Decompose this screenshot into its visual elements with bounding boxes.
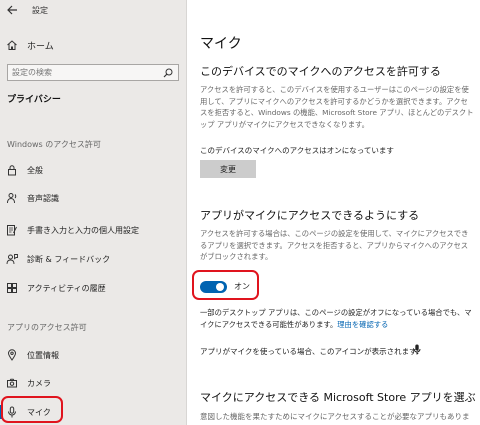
sidebar-item-diagnostics[interactable]: 診断 & フィードバック <box>0 250 187 268</box>
camera-icon <box>7 378 17 388</box>
store-apps-description: 意図した機能を果たすためにマイクにアクセスすることが必要なアプリもありま <box>200 412 470 421</box>
main-panel: マイク このデバイスでのマイクへのアクセスを許可する アクセスを許可すると、この… <box>187 0 480 425</box>
location-icon <box>7 349 17 361</box>
sidebar-item-speech[interactable]: 音声認識 <box>0 189 187 207</box>
sidebar-item-activity-history[interactable]: アクティビティの履歴 <box>0 279 187 297</box>
sidebar-item-inking[interactable]: 手書き入力と入力の個人用設定 <box>0 221 187 239</box>
sidebar-item-label: 全般 <box>27 166 43 175</box>
app-access-description: アクセスを許可する場合は、このページの設定を使用して、マイクにアクセスできるアプ… <box>200 229 469 261</box>
store-apps-heading: マイクにアクセスできる Microsoft Store アプリを選ぶ <box>200 391 476 404</box>
sidebar-item-label: 診断 & フィードバック <box>27 255 111 264</box>
timeline-icon <box>7 283 17 293</box>
highlight-outline-toggle <box>192 270 259 300</box>
home-label: ホーム <box>27 42 54 52</box>
sidebar-item-home[interactable]: ホーム <box>0 36 187 54</box>
learn-why-link[interactable]: 理由を確認する <box>337 320 388 329</box>
back-arrow-icon[interactable] <box>6 4 18 16</box>
sidebar-item-label: 音声認識 <box>27 194 59 203</box>
feedback-icon <box>6 254 18 265</box>
change-button[interactable]: 変更 <box>200 160 256 178</box>
highlight-outline-microphone-item <box>1 396 63 423</box>
sidebar-item-label: アクティビティの履歴 <box>27 284 106 293</box>
app-access-heading: アプリがマイクにアクセスできるようにする <box>200 209 420 222</box>
sidebar-item-label: 位置情報 <box>27 351 59 360</box>
microphone-in-use-icon <box>413 344 421 355</box>
window-title: 設定 <box>32 6 48 15</box>
lock-icon <box>8 165 16 176</box>
sidebar-item-label: カメラ <box>27 379 51 388</box>
desktop-apps-note: 一部のデスクトップ アプリは、このページの設定がオフになっている場合でも、マイク… <box>200 307 478 330</box>
sidebar: 設定 ホーム プライバシー Windows のアクセス許可 全般 音声認識 手書… <box>0 0 187 425</box>
desktop-apps-note-text: 一部のデスクトップ アプリは、このページの設定がオフになっている場合でも、マイク… <box>200 308 472 329</box>
device-access-status: このデバイスのマイクへのアクセスはオンになっています <box>200 146 394 155</box>
settings-window: 設定 ホーム プライバシー Windows のアクセス許可 全般 音声認識 手書… <box>0 0 480 425</box>
icon-note: アプリがマイクを使っている場合、このアイコンが表示されます: <box>200 347 420 356</box>
sidebar-item-location[interactable]: 位置情報 <box>0 346 187 364</box>
group-header-apps: アプリのアクセス許可 <box>7 323 87 332</box>
page-title: マイク <box>200 36 242 52</box>
search-input[interactable] <box>12 66 152 79</box>
sidebar-item-general[interactable]: 全般 <box>0 161 187 179</box>
device-access-description: アクセスを許可すると、このデバイスを使用するユーザーはこのページの設定を使用して… <box>200 85 474 129</box>
section-title: プライバシー <box>7 95 61 105</box>
edit-document-icon <box>7 225 17 236</box>
sidebar-item-camera[interactable]: カメラ <box>0 374 187 392</box>
search-icon[interactable] <box>163 68 173 78</box>
person-voice-icon <box>7 193 17 204</box>
search-box[interactable] <box>7 64 179 81</box>
home-icon <box>7 40 17 50</box>
sidebar-item-label: 手書き入力と入力の個人用設定 <box>27 226 139 235</box>
group-header-windows: Windows のアクセス許可 <box>7 140 101 149</box>
device-access-heading: このデバイスでのマイクへのアクセスを許可する <box>200 65 441 78</box>
title-bar: 設定 <box>0 0 187 22</box>
